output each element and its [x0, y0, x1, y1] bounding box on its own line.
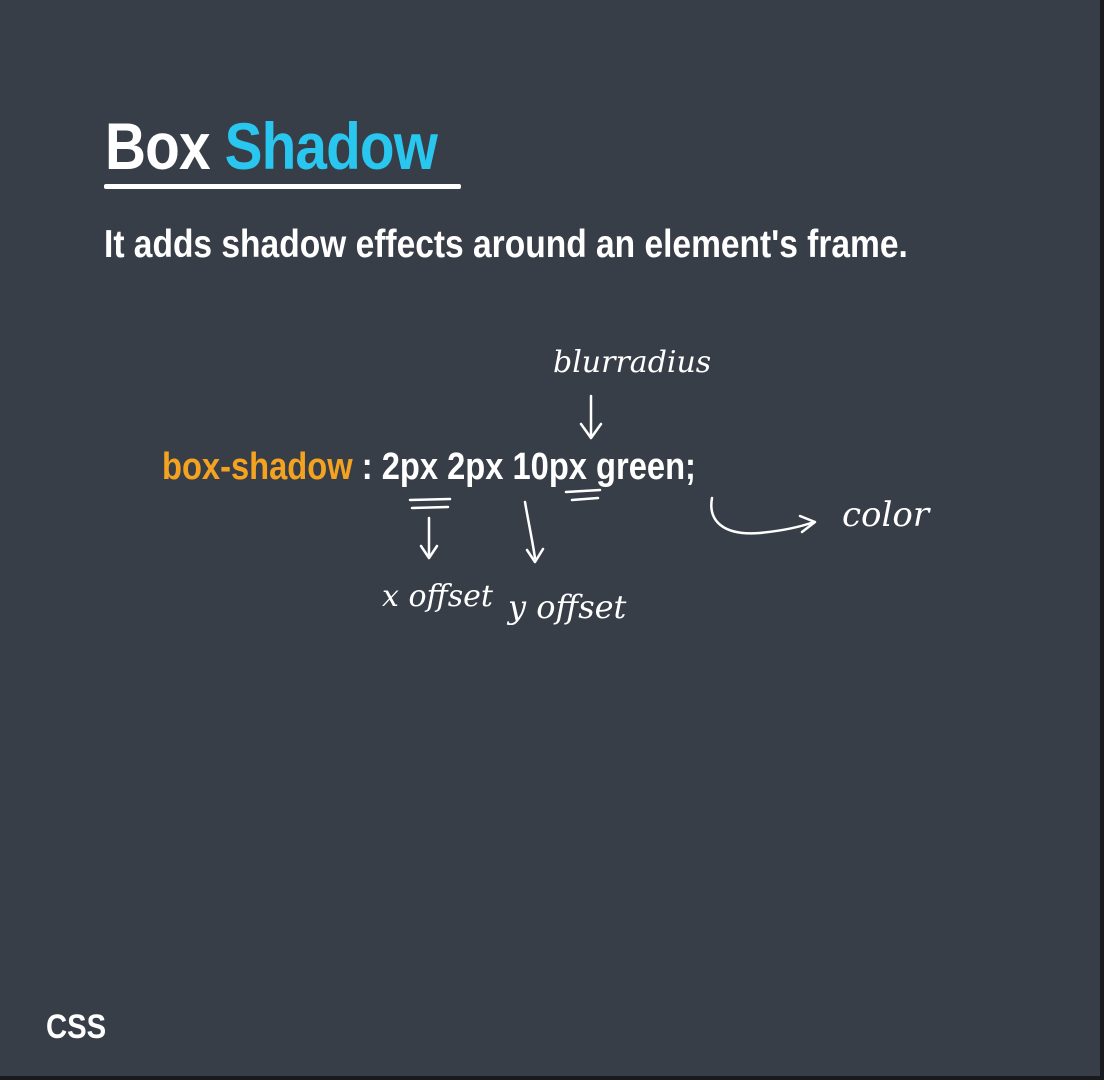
code-line: box-shadow : 2px 2px 10px green;	[162, 444, 696, 490]
slide-subtitle: It adds shadow effects around an element…	[104, 223, 908, 266]
color-note: color	[842, 495, 931, 535]
code-property: box-shadow	[162, 446, 353, 488]
x-arrow-head	[419, 544, 439, 560]
title-underline	[104, 184, 461, 189]
title-word-box: Box	[105, 109, 211, 183]
color-arrow-head	[798, 514, 817, 534]
x-underline-1	[408, 497, 452, 502]
slide: Box Shadow It adds shadow effects around…	[0, 0, 1100, 1076]
blur-arrow-head	[579, 422, 603, 440]
x-offset-note: x offset	[382, 579, 494, 614]
blur-radius-note: blurradius	[553, 345, 711, 380]
y-offset-note: y offset	[506, 588, 627, 626]
topic-label: CSS	[46, 1008, 107, 1046]
y-arrow-shaft	[523, 500, 537, 560]
code-separator: :	[352, 446, 382, 488]
color-arrow-curve	[710, 496, 816, 535]
blur-underline-2	[570, 496, 600, 502]
y-arrow-head	[525, 547, 545, 564]
blur-underline-1	[564, 488, 602, 494]
title-word-shadow: Shadow	[224, 109, 438, 183]
x-underline-2	[410, 505, 450, 510]
code-value: 2px 2px 10px green;	[381, 446, 696, 488]
slide-title: Box Shadow	[105, 106, 438, 186]
